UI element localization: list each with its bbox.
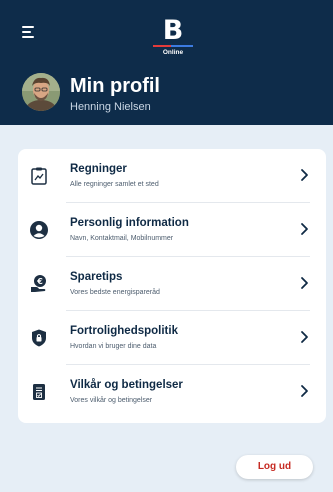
logo[interactable]: B Online bbox=[151, 17, 195, 59]
menu-item-title: Regninger bbox=[70, 163, 127, 175]
logo-subtitle: Online bbox=[162, 49, 184, 56]
chevron-right-icon bbox=[301, 169, 308, 181]
chevron-right-icon bbox=[301, 277, 308, 289]
menu-item-sparetips[interactable]: € Sparetips Vores bedste energispareråd bbox=[18, 257, 326, 311]
user-name: Henning Nielsen bbox=[70, 101, 151, 113]
menu-item-subtitle: Navn, Kontaktmail, Mobilnummer bbox=[70, 235, 174, 242]
svg-text:€: € bbox=[36, 277, 43, 286]
header: B Online Min profil Henning Nielsen bbox=[0, 0, 333, 125]
menu-item-personlig-information[interactable]: Personlig information Navn, Kontaktmail,… bbox=[18, 203, 326, 257]
menu-item-title: Sparetips bbox=[70, 271, 123, 283]
menu-item-title: Vilkår og betingelser bbox=[70, 379, 183, 391]
menu-item-subtitle: Vores bedste energispareråd bbox=[70, 289, 160, 296]
logo-letter: B bbox=[162, 15, 184, 46]
menu-item-title: Personlig information bbox=[70, 217, 189, 229]
clipboard-chart-icon bbox=[31, 167, 47, 185]
chevron-right-icon bbox=[301, 385, 308, 397]
menu-item-fortrolighedspolitik[interactable]: Fortrolighedspolitik Hvordan vi bruger d… bbox=[18, 311, 326, 365]
shield-lock-icon bbox=[32, 329, 46, 347]
menu-item-vilkaar-og-betingelser[interactable]: Vilkår og betingelser Vores vilkår og be… bbox=[18, 365, 326, 419]
avatar bbox=[22, 73, 60, 111]
logout-button[interactable]: Log ud bbox=[236, 455, 313, 479]
menu-item-title: Fortrolighedspolitik bbox=[70, 325, 178, 337]
document-check-icon bbox=[33, 384, 45, 400]
chevron-right-icon bbox=[301, 223, 308, 235]
avatar-photo bbox=[22, 73, 60, 111]
menu-item-subtitle: Vores vilkår og betingelser bbox=[70, 397, 153, 404]
hand-euro-coin-icon: € bbox=[31, 275, 46, 292]
hamburger-menu-icon[interactable] bbox=[22, 26, 36, 38]
user-circle-icon bbox=[30, 221, 48, 239]
menu-item-subtitle: Hvordan vi bruger dine data bbox=[70, 343, 157, 350]
menu-item-subtitle: Alle regninger samlet et sted bbox=[70, 181, 159, 188]
menu-item-regninger[interactable]: Regninger Alle regninger samlet et sted bbox=[18, 149, 326, 203]
profile-menu-card: Regninger Alle regninger samlet et sted … bbox=[18, 149, 326, 423]
chevron-right-icon bbox=[301, 331, 308, 343]
page-title: Min profil bbox=[70, 75, 160, 97]
